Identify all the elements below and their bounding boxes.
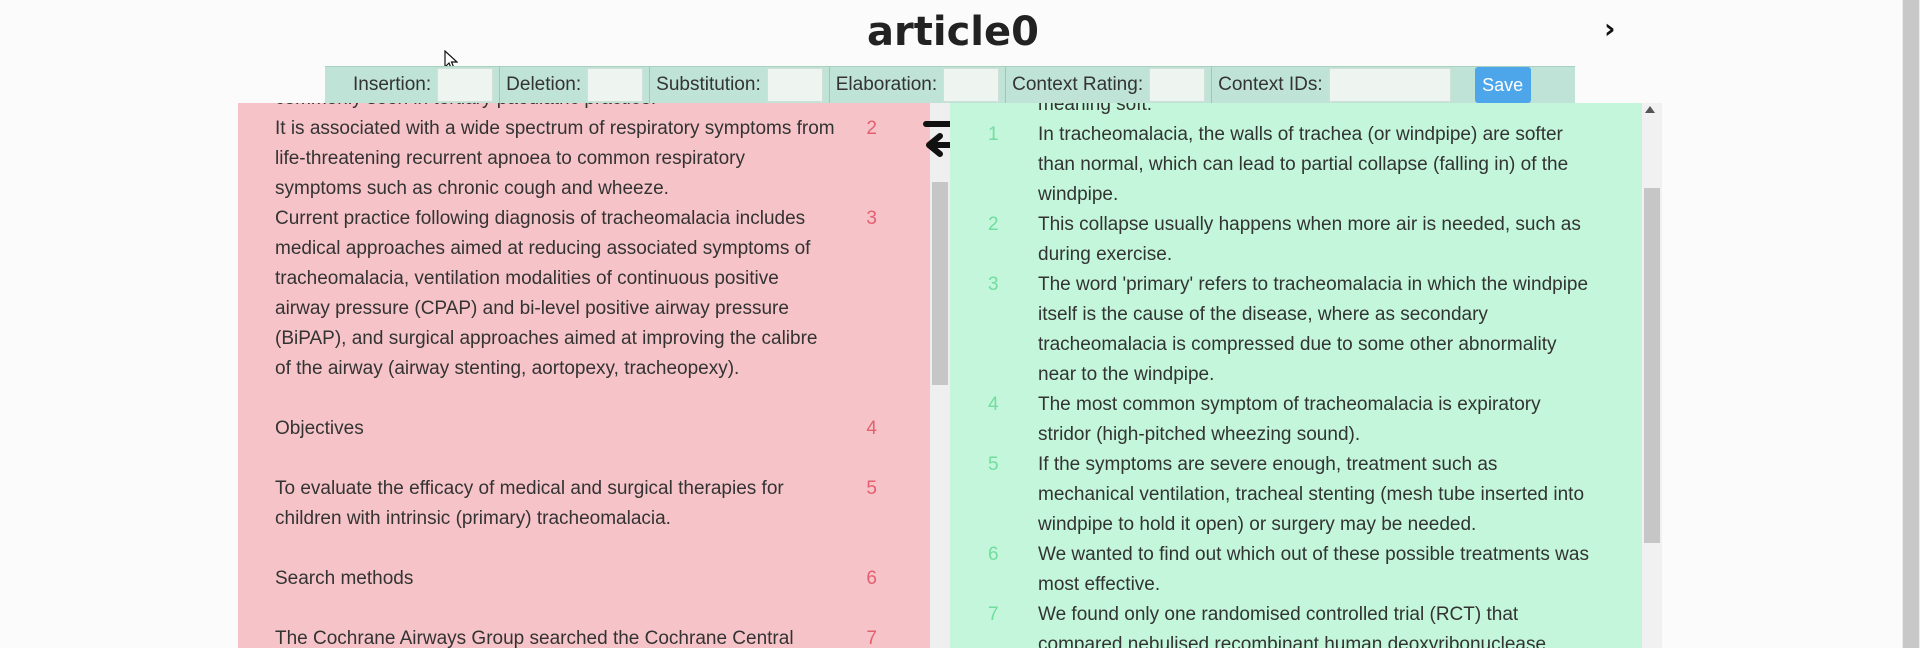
source-sentence-number: 2 [866,118,877,139]
simplified-sentence-text: meaning soft. [1038,103,1153,115]
simplified-sentence-row[interactable]: 2 This collapse usually happens when more… [988,210,1588,270]
source-sentence-number: 6 [866,568,877,589]
source-sentence-text: Objectives [275,418,364,439]
source-sentence-number: 5 [866,478,877,499]
substitution-input[interactable] [766,68,823,102]
source-sentence-text: It is associated with a wide spectrum of… [275,118,835,199]
simplified-sentence-number [988,103,1038,120]
insertion-input[interactable] [437,68,494,102]
source-sentence-row[interactable]: It is associated with a wide spectrum of… [275,114,895,204]
simplified-text-panel[interactable]: meaning soft. 1 In tracheomalacia, the wal… [950,103,1642,648]
context-ids-label: Context IDs: [1218,74,1323,95]
simplified-sentence-row[interactable]: 5 If the symptoms are severe enough, trea… [988,450,1588,540]
simplified-sentence-row[interactable]: 1 In tracheomalacia, the walls of trachea… [988,120,1588,210]
simplified-sentence-text: The most common symptom of tracheomalaci… [1038,394,1541,445]
substitution-label: Substitution: [656,74,761,95]
source-sentence-text: Current practice following diagnosis of … [275,208,818,379]
simplified-sentence-text: This collapse usually happens when more … [1038,214,1581,265]
simplified-sentence-number: 3 [988,274,999,295]
simplified-sentence-list: meaning soft. 1 In tracheomalacia, the wal… [988,103,1589,648]
simplified-sentence-number: 5 [988,454,999,475]
simplified-sentence-number: 1 [988,124,999,145]
context-rating-label: Context Rating: [1012,74,1144,95]
source-scrollbar-thumb[interactable] [932,182,948,385]
deletion-label: Deletion: [506,74,582,95]
simplified-sentence-text: We found only one randomised controlled … [1038,604,1547,648]
simplified-sentence-number: 4 [988,394,999,415]
source-sentence-text: Search methods [275,568,414,589]
simplified-sentence-text: In tracheomalacia, the walls of trachea … [1038,124,1569,205]
source-sentence-row[interactable]: To evaluate the efficacy of medical and … [275,474,895,534]
source-sentence-number: 7 [866,628,877,648]
source-sentence-text: The Cochrane Airways Group searched the … [275,628,794,648]
simplified-sentence-text: We wanted to find out which out of these… [1038,544,1589,595]
context-ids-input[interactable] [1328,68,1451,102]
simplified-sentence-number: 7 [988,604,999,625]
simplified-scrollbar-thumb[interactable] [1644,188,1660,543]
chevron-right-icon[interactable]: › [1604,12,1616,45]
page-scrollbar-thumb[interactable] [1903,0,1919,648]
source-sentence-number: 3 [866,208,877,229]
context-rating-input[interactable] [1149,68,1206,102]
source-sentence-text: To evaluate the efficacy of medical and … [275,478,784,529]
simplified-sentence-row[interactable]: 7 We found only one randomised controlled… [988,600,1588,648]
simplified-sentence-text: The word 'primary' refers to tracheomala… [1038,274,1589,385]
simplified-sentence-number: 6 [988,544,999,565]
source-sentence-row[interactable]: The Cochrane Airways Group searched the … [275,624,895,648]
simplified-sentence-row[interactable]: 4 The most common symptom of tracheomalac… [988,390,1588,450]
source-sentence-row[interactable]: commonly seen in tertiary paediatric pra… [275,103,895,114]
simplified-sentence-text: If the symptoms are severe enough, treat… [1038,454,1585,535]
source-sentence-row[interactable]: Search methods 6 [275,564,895,594]
source-text-panel[interactable]: commonly seen in tertiary paediatric pra… [238,103,930,648]
elaboration-input[interactable] [943,68,1000,102]
source-sentence-list: commonly seen in tertiary paediatric pra… [275,103,895,648]
source-sentence-number [847,103,877,114]
annotation-toolbar: Insertion: Deletion: Substitution: Elabo… [325,66,1575,104]
source-sentence-text: commonly seen in tertiary paediatric pra… [275,103,835,114]
scroll-up-arrow-icon[interactable] [1645,106,1655,113]
simplified-sentence-number: 2 [988,214,999,235]
page-title: article0 [867,9,1039,55]
source-sentence-row[interactable]: Current practice following diagnosis of … [275,204,895,384]
source-sentence-number: 4 [866,418,877,439]
insertion-label: Insertion: [353,74,432,95]
source-sentence-row[interactable]: Objectives 4 [275,414,895,444]
save-button[interactable]: Save [1474,67,1531,103]
simplified-sentence-row[interactable]: 6 We wanted to find out which out of thes… [988,540,1589,600]
deletion-input[interactable] [587,68,644,102]
elaboration-label: Elaboration: [835,74,938,95]
simplified-sentence-row[interactable]: 3 The word 'primary' refers to tracheomal… [988,270,1588,390]
simplified-sentence-row[interactable]: meaning soft. [988,103,1588,120]
